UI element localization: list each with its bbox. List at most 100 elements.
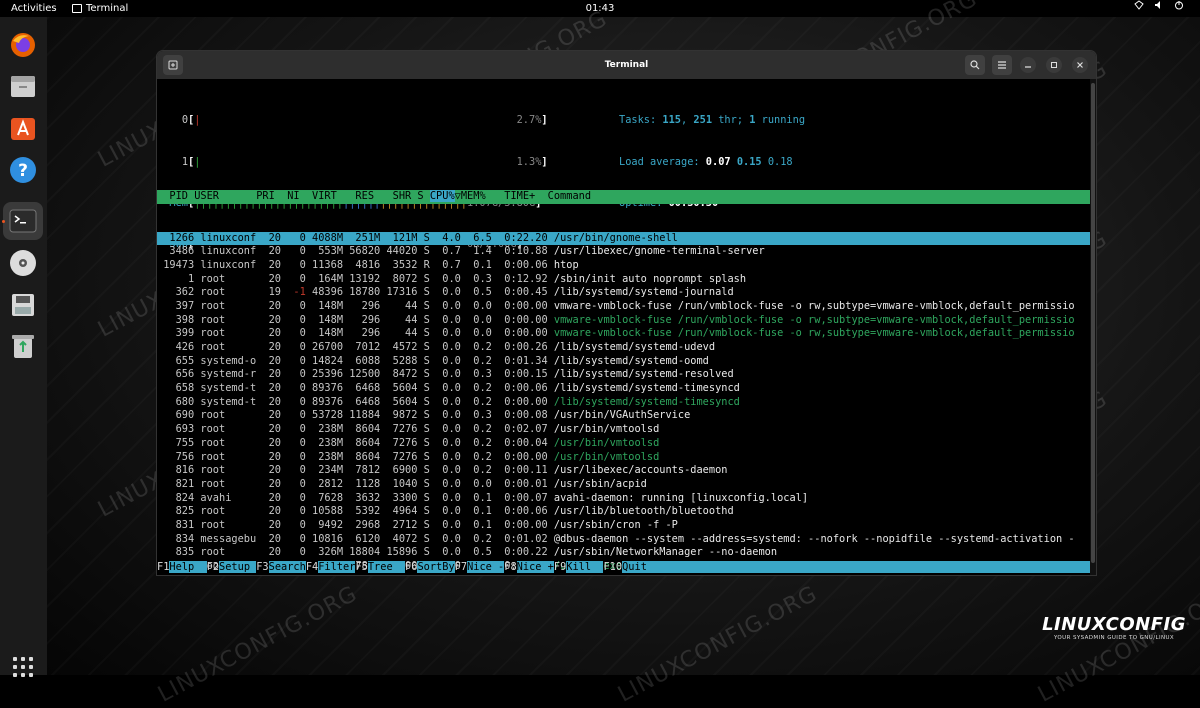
table-row[interactable]: 825 root 20 0 10588 5392 4964 S 0.0 0.1 …: [157, 505, 1090, 519]
col-time[interactable]: TIME+: [486, 190, 542, 202]
table-row[interactable]: 3486 linuxconf 20 0 553M 56820 44020 S 0…: [157, 245, 1090, 259]
table-row[interactable]: 755 root 20 0 238M 8604 7276 S 0.0 0.2 0…: [157, 437, 1090, 451]
pid-cell: 831: [163, 518, 195, 531]
fkey-f10-button[interactable]: F10Quit: [603, 561, 647, 573]
process-table[interactable]: PID USER PRI NI VIRT RES SHR S CPU%▽MEM%…: [157, 163, 1090, 575]
command-cell: /usr/bin/VGAuthService: [553, 409, 691, 422]
table-row[interactable]: 834 messagebu 20 0 10816 6120 4072 S 0.0…: [157, 533, 1090, 547]
col-pri[interactable]: PRI: [250, 190, 275, 202]
table-row[interactable]: 1266 linuxconf 20 0 4088M 251M 121M S 4.…: [157, 231, 1090, 246]
threads-count: 251: [693, 114, 713, 127]
pri-cell: 20: [262, 272, 282, 285]
user-cell: linuxconf: [200, 245, 257, 258]
help-launcher[interactable]: ?: [7, 154, 39, 186]
table-row[interactable]: 690 root 20 0 53728 11884 9872 S 0.0 0.3…: [157, 409, 1090, 423]
cpu-cell: 0.0: [436, 546, 461, 559]
fkey-label: Help: [169, 561, 207, 573]
table-row[interactable]: 658 systemd-t 20 0 89376 6468 5604 S 0.0…: [157, 382, 1090, 396]
col-state[interactable]: S: [411, 190, 430, 202]
pri-cell: 20: [262, 477, 282, 490]
mem-cell: 0.2: [467, 450, 492, 463]
ni-cell: 0: [287, 450, 306, 463]
table-row[interactable]: 397 root 20 0 148M 296 44 S 0.0 0.0 0:00…: [157, 300, 1090, 314]
col-pid[interactable]: PID: [157, 190, 188, 202]
col-virt[interactable]: VIRT: [300, 190, 337, 202]
col-ni[interactable]: NI: [275, 190, 299, 202]
app-menu[interactable]: Terminal: [72, 0, 128, 17]
terminal-window[interactable]: Terminal 0[| 2.7%] 1[| 1.3%] Tasks: 115,…: [157, 51, 1096, 575]
table-row[interactable]: 426 root 20 0 26700 7012 4572 S 0.0 0.2 …: [157, 341, 1090, 355]
col-command[interactable]: Command: [541, 190, 591, 202]
activities-button[interactable]: Activities: [11, 0, 57, 17]
cpu-cell: 0.0: [436, 423, 461, 436]
col-res[interactable]: RES: [337, 190, 374, 202]
table-row[interactable]: 835 root 20 0 326M 18804 15896 S 0.0 0.5…: [157, 546, 1090, 560]
fkey-label: Nice -: [467, 561, 505, 573]
fkey-label: Setup: [219, 561, 257, 573]
window-titlebar[interactable]: Terminal: [157, 51, 1096, 79]
user-cell: systemd-t: [200, 395, 257, 408]
state-cell: S: [423, 436, 430, 449]
fkey-f3-button[interactable]: F3Search: [256, 561, 306, 573]
close-button[interactable]: [1072, 57, 1088, 73]
system-tray[interactable]: [1134, 0, 1184, 10]
table-row[interactable]: 1 root 20 0 164M 13192 8072 S 0.0 0.3 0:…: [157, 273, 1090, 287]
trash-launcher[interactable]: [7, 330, 39, 362]
cpu-cell: 0.0: [436, 491, 461, 504]
terminal-scrollbar[interactable]: [1090, 79, 1096, 575]
table-row[interactable]: 398 root 20 0 148M 296 44 S 0.0 0.0 0:00…: [157, 314, 1090, 328]
fkey-f8-button[interactable]: F8Nice +: [504, 561, 554, 573]
fkey-f5-button[interactable]: F5Tree: [355, 561, 406, 573]
files-launcher[interactable]: [7, 70, 39, 102]
fkey-bar-fill: [646, 561, 1096, 573]
user-cell: systemd-t: [200, 382, 257, 395]
table-row[interactable]: 362 root 19 -1 48396 18780 17316 S 0.0 0…: [157, 286, 1090, 300]
col-cpu[interactable]: CPU%: [429, 190, 455, 203]
res-cell: 296: [349, 299, 381, 312]
clock[interactable]: 01:43: [0, 0, 1200, 17]
maximize-button[interactable]: [1046, 57, 1062, 73]
minimize-button[interactable]: [1020, 57, 1036, 73]
ni-cell: 0: [287, 382, 306, 395]
table-row[interactable]: 824 avahi 20 0 7628 3632 3300 S 0.0 0.1 …: [157, 492, 1090, 506]
table-header[interactable]: PID USER PRI NI VIRT RES SHR S CPU%▽MEM%…: [157, 190, 1090, 205]
user-cell: root: [200, 477, 257, 490]
fkey-f4-button[interactable]: F4Filter: [306, 561, 356, 573]
menu-button[interactable]: [992, 55, 1012, 75]
ni-cell: 0: [287, 436, 306, 449]
table-row[interactable]: 399 root 20 0 148M 296 44 S 0.0 0.0 0:00…: [157, 327, 1090, 341]
fkey-f6-button[interactable]: F6SortBy: [405, 561, 455, 573]
cpu-cell: 0.0: [436, 518, 461, 531]
table-row[interactable]: 821 root 20 0 2812 1128 1040 S 0.0 0.0 0…: [157, 478, 1090, 492]
terminal-content[interactable]: 0[| 2.7%] 1[| 1.3%] Mem[||||||||||||||||…: [157, 79, 1096, 575]
col-shr[interactable]: SHR: [374, 190, 412, 202]
search-button[interactable]: [965, 55, 985, 75]
terminal-launcher[interactable]: [3, 202, 43, 240]
fkey-f7-button[interactable]: F7Nice -: [455, 561, 505, 573]
show-apps-grid-icon[interactable]: [13, 657, 33, 677]
table-row[interactable]: 816 root 20 0 234M 7812 6900 S 0.0 0.2 0…: [157, 464, 1090, 478]
ni-cell: 0: [287, 313, 306, 326]
drive-launcher[interactable]: [7, 289, 39, 321]
col-mem[interactable]: ▽MEM%: [455, 190, 486, 202]
firefox-launcher[interactable]: [7, 29, 39, 61]
table-row[interactable]: 655 systemd-o 20 0 14824 6088 5288 S 0.0…: [157, 355, 1090, 369]
col-user[interactable]: USER: [188, 190, 250, 202]
table-row[interactable]: 693 root 20 0 238M 8604 7276 S 0.0 0.2 0…: [157, 423, 1090, 437]
shr-cell: 7276: [386, 423, 418, 436]
table-row[interactable]: 680 systemd-t 20 0 89376 6468 5604 S 0.0…: [157, 396, 1090, 410]
fkey-f9-button[interactable]: F9Kill: [554, 561, 604, 573]
table-row[interactable]: 19473 linuxconf 20 0 11368 4816 3532 R 0…: [157, 259, 1090, 273]
new-tab-button[interactable]: [163, 55, 183, 75]
table-row[interactable]: 656 systemd-r 20 0 25396 12500 8472 S 0.…: [157, 368, 1090, 382]
software-launcher[interactable]: [7, 112, 39, 144]
fkey-f1-button[interactable]: F1Help: [157, 561, 207, 573]
table-row[interactable]: 756 root 20 0 238M 8604 7276 S 0.0 0.2 0…: [157, 451, 1090, 465]
table-row[interactable]: 831 root 20 0 9492 2968 2712 S 0.0 0.1 0…: [157, 519, 1090, 533]
disc-launcher[interactable]: [7, 247, 39, 279]
fkey-f2-button[interactable]: F2Setup: [207, 561, 257, 573]
watermark-text: LINUXCONFIG.ORG: [1034, 581, 1200, 708]
ni-cell: 0: [287, 327, 306, 340]
time-cell: 0:10.88: [498, 245, 548, 258]
scrollbar-thumb[interactable]: [1091, 83, 1095, 563]
